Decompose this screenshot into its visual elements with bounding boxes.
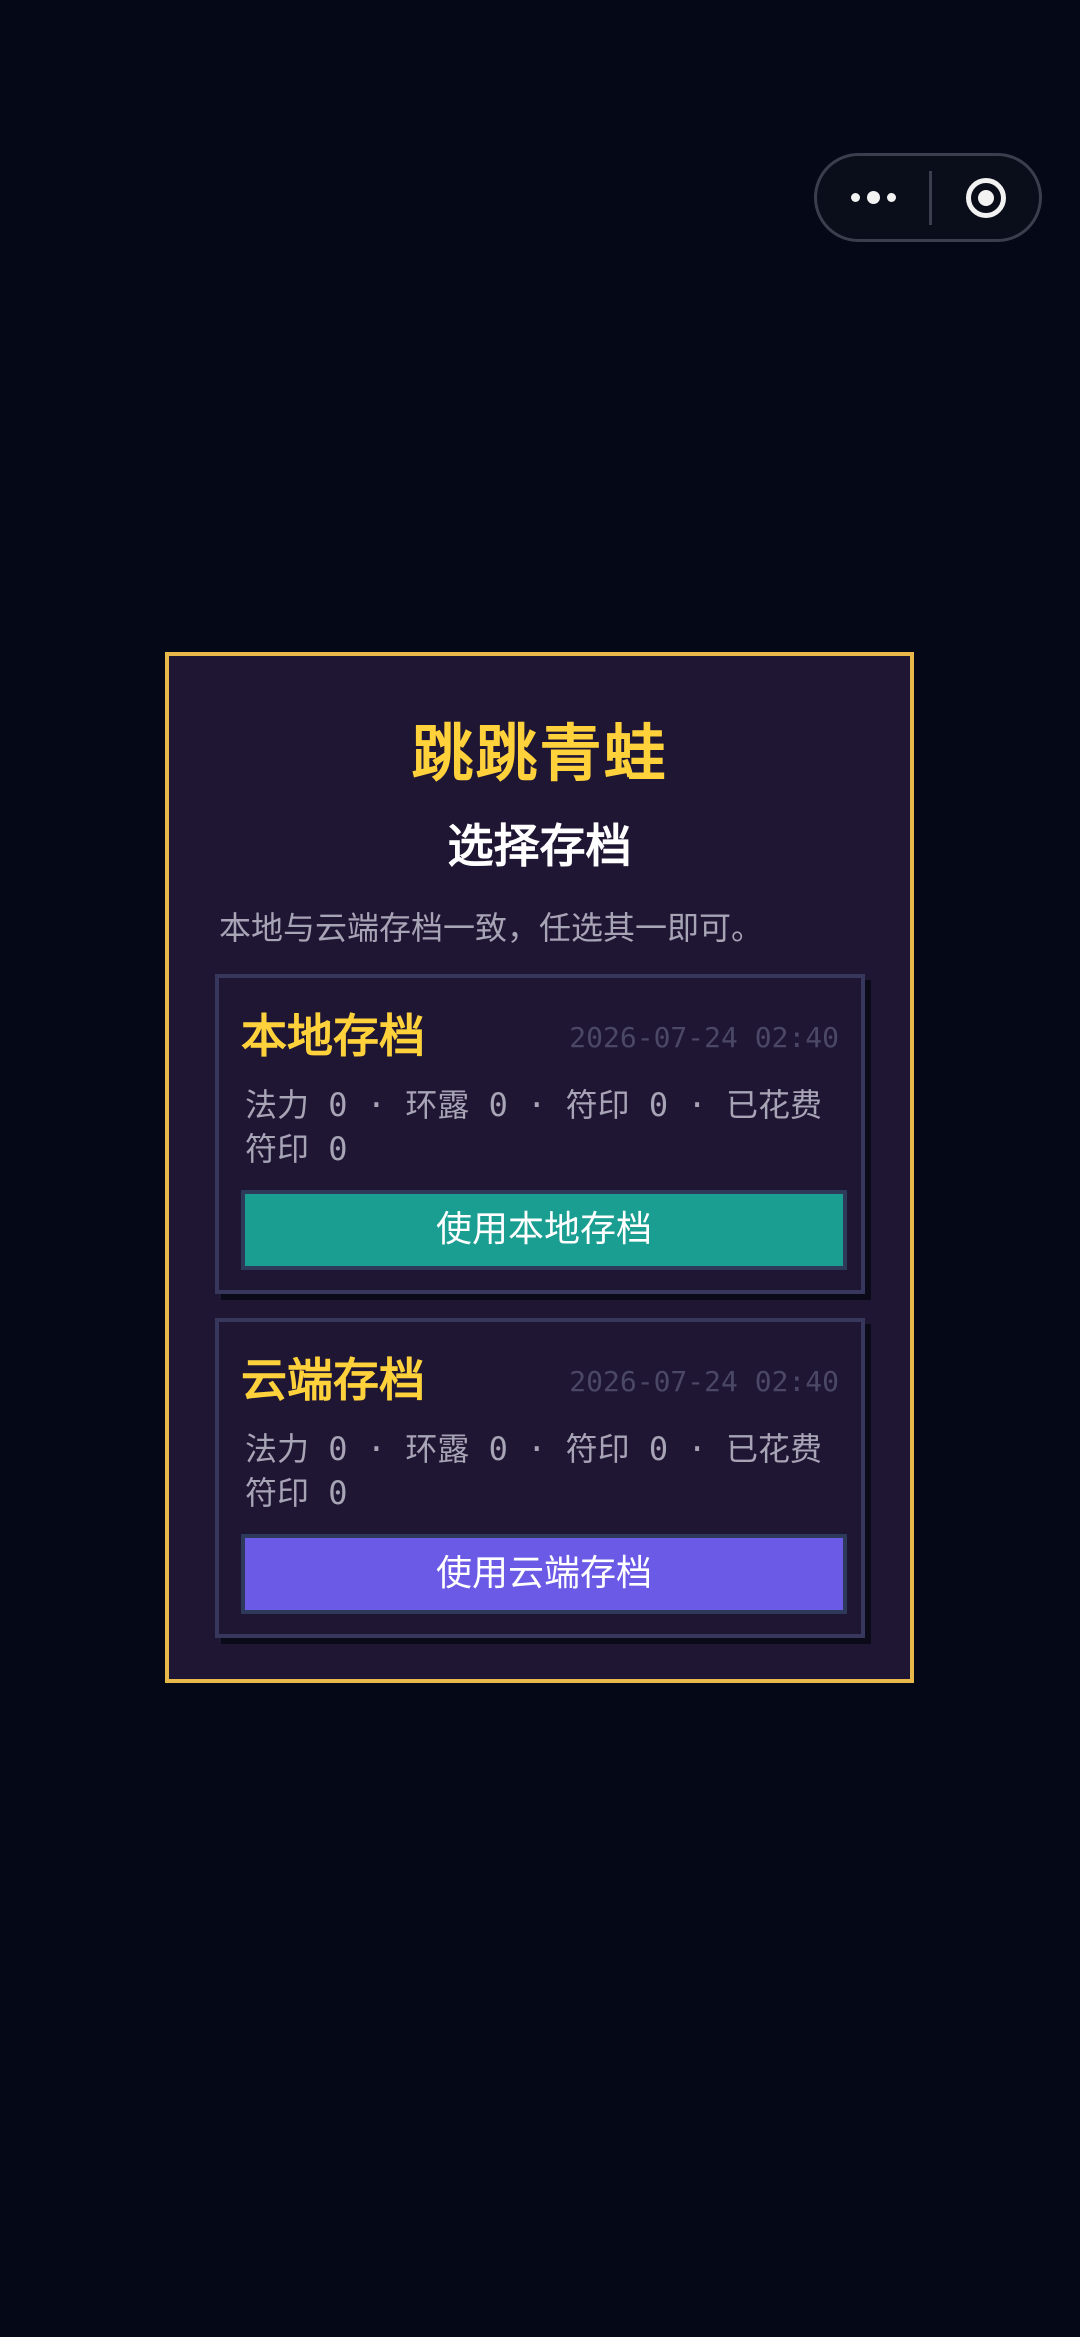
save-card-time: 2026-07-24 02:40 (569, 1365, 839, 1398)
screen: 跳跳青蛙 选择存档 本地与云端存档一致，任选其一即可。 本地存档 2026-07… (0, 0, 1080, 2337)
mini-program-capsule (814, 153, 1042, 242)
save-card-time: 2026-07-24 02:40 (569, 1021, 839, 1054)
target-close-icon[interactable] (932, 156, 1039, 239)
save-card-stats: 法力 0 · 环露 0 · 符印 0 · 已花费符印 0 (245, 1430, 822, 1512)
dialog-hint: 本地与云端存档一致，任选其一即可。 (219, 909, 764, 947)
save-card-title: 本地存档 (241, 1009, 425, 1063)
more-dots-icon[interactable] (817, 156, 929, 239)
use-cloud-save-button[interactable]: 使用云端存档 (241, 1534, 847, 1614)
dialog-subtitle: 选择存档 (447, 819, 632, 873)
save-select-dialog: 跳跳青蛙 选择存档 本地与云端存档一致，任选其一即可。 本地存档 2026-07… (165, 652, 914, 1683)
local-save-card: 本地存档 2026-07-24 02:40 法力 0 · 环露 0 · 符印 0… (215, 974, 865, 1294)
game-title: 跳跳青蛙 (411, 717, 668, 790)
save-card-title: 云端存档 (241, 1353, 425, 1407)
save-card-stats: 法力 0 · 环露 0 · 符印 0 · 已花费符印 0 (245, 1086, 822, 1168)
use-local-save-button[interactable]: 使用本地存档 (241, 1190, 847, 1270)
cloud-save-card: 云端存档 2026-07-24 02:40 法力 0 · 环露 0 · 符印 0… (215, 1318, 865, 1638)
